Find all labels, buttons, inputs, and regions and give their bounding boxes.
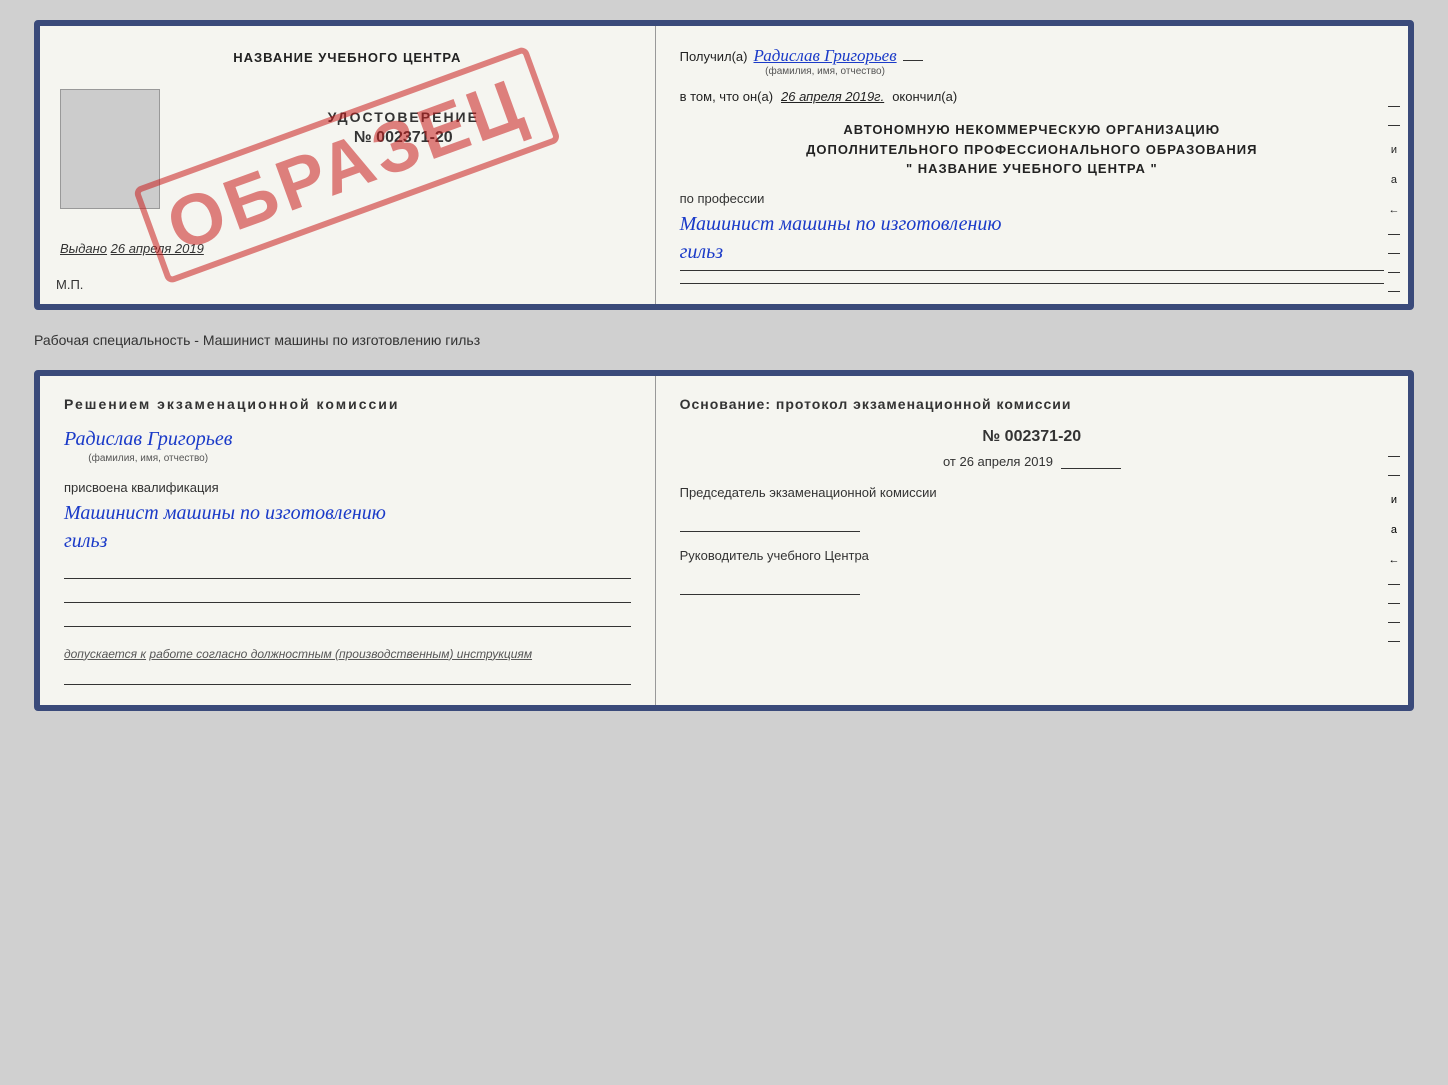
profession-name: Машинист машины по изготовлению гильз: [680, 210, 1384, 266]
side-dash-6: [1388, 291, 1400, 292]
underline-4: [64, 665, 631, 685]
profession-label: по профессии: [680, 191, 1384, 206]
cert-number: № 002371-20: [354, 129, 453, 147]
bottom-doc-right: Основание: протокол экзаменационной коми…: [656, 376, 1408, 705]
commission-title: Решением экзаменационной комиссии: [64, 396, 631, 412]
side-dash-3: [1388, 234, 1400, 235]
bottom-doc-left: Решением экзаменационной комиссии Радисл…: [40, 376, 656, 705]
cert-photo-placeholder: [60, 89, 160, 209]
received-line: Получил(а) Радислав Григорьев (фамилия, …: [680, 46, 1384, 77]
underline-3: [64, 607, 631, 627]
person-name: Радислав Григорьев: [64, 428, 232, 451]
chairman-signature-line: [680, 508, 860, 532]
cert-label: УДОСТОВЕРЕНИЕ: [328, 109, 479, 125]
org-line1: АВТОНОМНУЮ НЕКОММЕРЧЕСКУЮ ОРГАНИЗАЦИЮ: [680, 120, 1384, 140]
protocol-number: № 002371-20: [680, 428, 1384, 446]
qualification-label: присвоена квалификация: [64, 480, 631, 495]
bottom-side-dash-5: [1388, 622, 1400, 623]
chairman-block: Председатель экзаменационной комиссии: [680, 485, 1384, 532]
chairman-label: Председатель экзаменационной комиссии: [680, 485, 1384, 500]
side-dash-2: [1388, 125, 1400, 126]
main-container: НАЗВАНИЕ УЧЕБНОГО ЦЕНТРА УДОСТОВЕРЕНИЕ №…: [34, 20, 1414, 711]
basis-title: Основание: протокол экзаменационной коми…: [680, 396, 1384, 412]
director-block: Руководитель учебного Центра: [680, 548, 1384, 595]
side-text-а: а: [1391, 174, 1397, 186]
cert-issued: Выдано 26 апреля 2019: [60, 241, 635, 256]
qualification-name: Машинист машины по изготовлению гильз: [64, 499, 631, 555]
protocol-date: от 26 апреля 2019: [680, 454, 1384, 469]
director-label: Руководитель учебного Центра: [680, 548, 1384, 563]
org-line3: " НАЗВАНИЕ УЧЕБНОГО ЦЕНТРА ": [680, 159, 1384, 179]
underline-1: [64, 559, 631, 579]
org-line2: ДОПОЛНИТЕЛЬНОГО ПРОФЕССИОНАЛЬНОГО ОБРАЗО…: [680, 140, 1384, 160]
bottom-side-text-а: а: [1391, 524, 1397, 536]
director-signature-line: [680, 571, 860, 595]
name-sublabel-top: (фамилия, имя, отчество): [765, 66, 885, 77]
side-dash-1: [1388, 106, 1400, 107]
person-name-sublabel: (фамилия, имя, отчество): [88, 453, 208, 464]
date-line: в том, что он(а) 26 апреля 2019г. окончи…: [680, 89, 1384, 104]
bottom-side-dash-3: [1388, 584, 1400, 585]
received-name: Радислав Григорьев: [753, 46, 896, 66]
work-permission: допускается к работе согласно должностны…: [64, 647, 631, 661]
work-permission-text: работе согласно должностным (производств…: [149, 647, 532, 661]
top-doc-right: Получил(а) Радислав Григорьев (фамилия, …: [656, 26, 1408, 304]
side-dash-5: [1388, 272, 1400, 273]
side-text-arrow: ←: [1388, 204, 1399, 216]
bottom-side-dash-4: [1388, 603, 1400, 604]
side-text-и: и: [1391, 144, 1397, 156]
bottom-side-dash-2: [1388, 475, 1400, 476]
date-value: 26 апреля 2019г.: [781, 89, 884, 104]
bottom-side-dash-1: [1388, 456, 1400, 457]
top-document: НАЗВАНИЕ УЧЕБНОГО ЦЕНТРА УДОСТОВЕРЕНИЕ №…: [34, 20, 1414, 310]
mp-label: М.П.: [56, 277, 83, 292]
date-prefix: в том, что он(а): [680, 89, 773, 104]
bottom-side-dash-6: [1388, 641, 1400, 642]
bottom-document: Решением экзаменационной комиссии Радисл…: [34, 370, 1414, 711]
learning-center-title: НАЗВАНИЕ УЧЕБНОГО ЦЕНТРА: [233, 50, 461, 65]
separator-text: Рабочая специальность - Машинист машины …: [34, 326, 1414, 354]
underline-2: [64, 583, 631, 603]
date-suffix: окончил(а): [892, 89, 957, 104]
top-doc-left: НАЗВАНИЕ УЧЕБНОГО ЦЕНТРА УДОСТОВЕРЕНИЕ №…: [40, 26, 656, 304]
received-prefix: Получил(а): [680, 49, 748, 64]
side-dash-4: [1388, 253, 1400, 254]
bottom-side-text-и: и: [1391, 494, 1397, 506]
org-block: АВТОНОМНУЮ НЕКОММЕРЧЕСКУЮ ОРГАНИЗАЦИЮ ДО…: [680, 120, 1384, 179]
bottom-side-text-arrow: ←: [1388, 554, 1399, 566]
